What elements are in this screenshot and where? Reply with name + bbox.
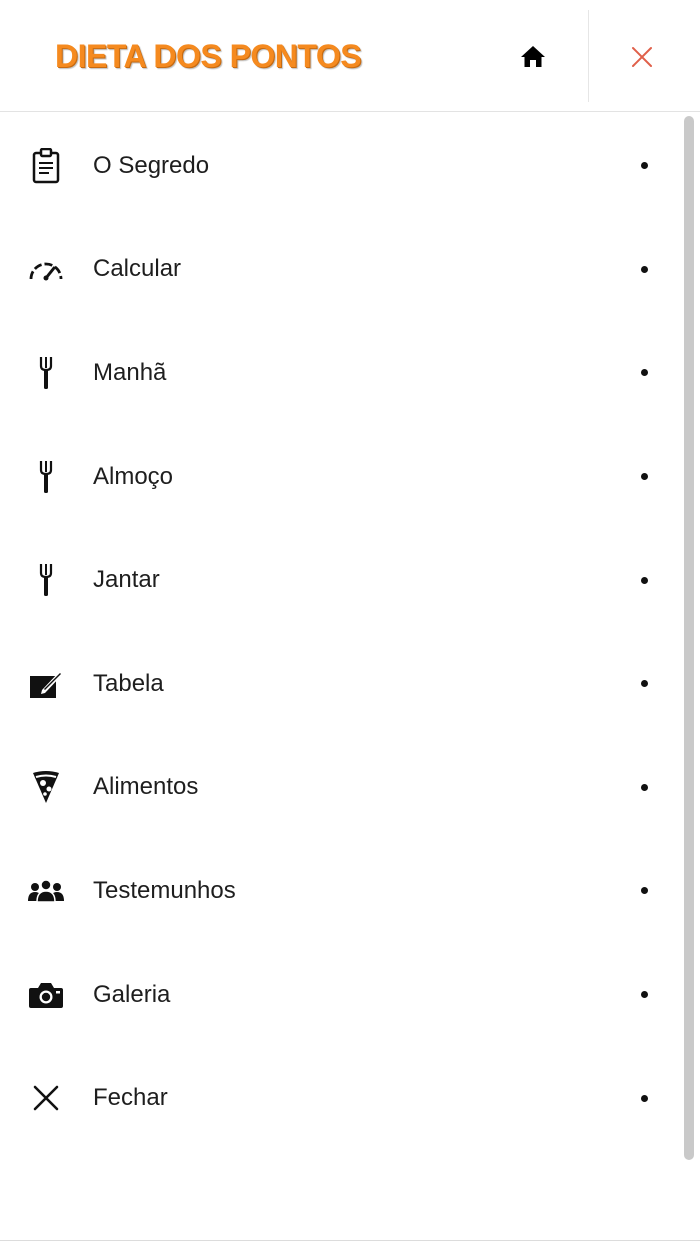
menu-item-label: Jantar [93,566,160,594]
menu-item-bullet [641,473,648,481]
fork-icon [26,353,66,393]
menu-item-bullet [641,991,648,999]
menu-item-label: Tabela [93,669,164,697]
app-header: DIETA DOS PONTOS [0,0,700,112]
menu-item-label: O Segredo [93,151,210,179]
menu-item-jantar[interactable]: Jantar [0,528,680,632]
app-logo[interactable]: DIETA DOS PONTOS [55,38,362,75]
menu-item-bullet [641,680,648,688]
menu-item-label: Galeria [93,980,171,1008]
menu-item-bullet [641,887,648,895]
menu-item-fechar[interactable]: Fechar [0,1046,680,1150]
menu-item-tabela[interactable]: Tabela [0,632,680,736]
menu-item-bullet [641,369,648,377]
menu-item-label: Calcular [93,255,182,283]
home-icon [521,46,545,67]
close-icon [26,1078,66,1118]
menu-item-almoco[interactable]: Almoço [0,425,680,529]
menu-item-calcular[interactable]: Calcular [0,218,680,322]
home-button[interactable] [510,36,556,78]
menu-item-manha[interactable]: Manhã [0,321,680,425]
menu-item-bullet [641,1094,648,1102]
menu-item-label: Almoço [93,462,174,490]
menu-item-alimentos[interactable]: Alimentos [0,736,680,840]
menu-item-label: Fechar [93,1084,168,1112]
menu-item-bullet [641,576,648,584]
close-icon [632,47,652,67]
header-divider [588,10,589,102]
pizza-icon [26,767,66,807]
fork-icon [26,560,66,600]
group-icon [26,871,66,911]
bottom-divider [0,1240,700,1241]
menu-item-galeria[interactable]: Galeria [0,943,680,1047]
side-menu: O Segredo Calcular Manhã Almoço Jantar T… [0,114,680,1150]
menu-item-bullet [641,265,648,273]
menu-item-bullet [641,162,648,170]
menu-item-label: Testemunhos [93,876,236,904]
menu-item-bullet [641,783,648,791]
menu-item-label: Manhã [93,358,167,386]
close-button[interactable] [620,36,664,78]
clipboard-icon [26,146,66,186]
edit-icon [26,664,66,704]
menu-item-o-segredo[interactable]: O Segredo [0,114,680,218]
menu-item-label: Alimentos [93,773,199,801]
menu-item-testemunhos[interactable]: Testemunhos [0,839,680,943]
speedometer-icon [26,249,66,289]
fork-icon [26,457,66,497]
camera-icon [26,975,66,1015]
scrollbar[interactable] [684,116,694,1160]
